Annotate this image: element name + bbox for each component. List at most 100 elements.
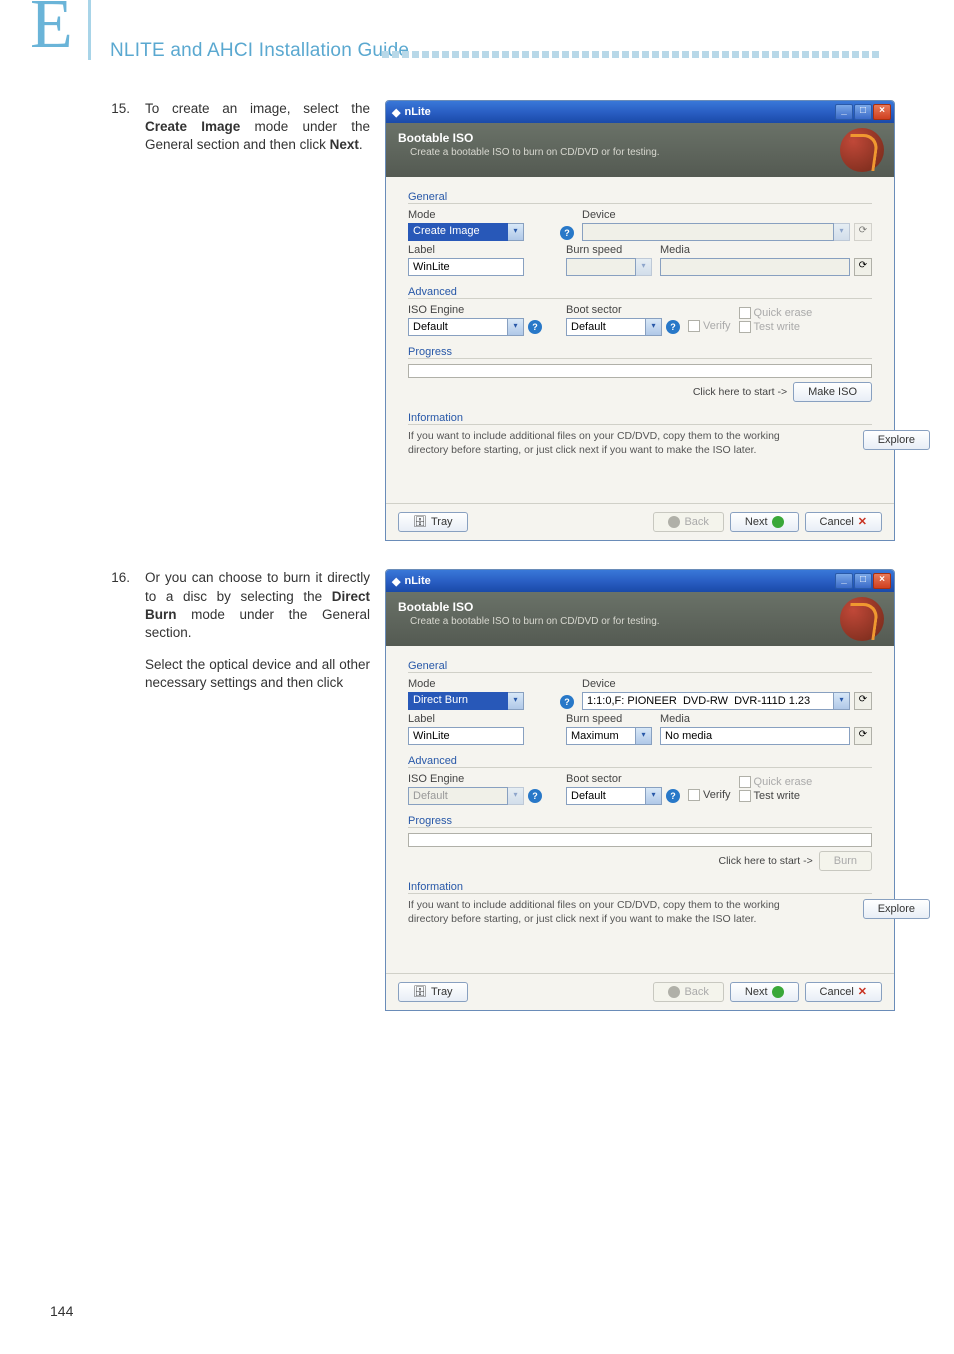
device-label: Device	[582, 209, 872, 221]
close-button[interactable]: ×	[873, 104, 891, 120]
lbl: Test write	[754, 321, 800, 333]
burnspeed-dropdown[interactable]: ▾	[566, 727, 652, 745]
fieldset-title: Information	[408, 412, 872, 425]
explore-button[interactable]: Explore	[863, 899, 895, 919]
help-icon[interactable]: ?	[666, 789, 680, 803]
quick-erase-checkbox: Quick erase	[739, 307, 813, 319]
explore-button[interactable]: Explore	[863, 430, 895, 450]
media-value	[660, 727, 850, 745]
progress-fieldset: Progress Click here to start -> Make ISO	[408, 346, 872, 402]
lbl: Verify	[703, 789, 731, 801]
boot-dropdown[interactable]: ▾	[566, 787, 662, 805]
help-icon[interactable]: ?	[528, 789, 542, 803]
fieldset-title: General	[408, 191, 872, 204]
lbl: Verify	[703, 320, 731, 332]
advanced-fieldset: Advanced ISO Engine ▾ ? Boot se	[408, 755, 872, 805]
back-button: Back	[653, 982, 723, 1002]
tray-icon: 🗄	[413, 983, 427, 1001]
refresh-icon[interactable]: ⟳	[854, 692, 872, 710]
burn-button: Burn	[819, 851, 872, 871]
general-fieldset: General Mode Direct Burn ▾ ? Device	[408, 660, 872, 745]
chevron-down-icon[interactable]: ▾	[646, 787, 662, 805]
boot-value	[566, 318, 646, 336]
window-titlebar[interactable]: ◆nLite _ □ ×	[386, 101, 894, 123]
window-titlebar[interactable]: ◆nLite _ □ ×	[386, 570, 894, 592]
label-input[interactable]	[408, 727, 524, 745]
iso-label: ISO Engine	[408, 304, 558, 316]
nlite-logo-icon	[840, 128, 884, 172]
verify-checkbox[interactable]: Verify	[688, 789, 731, 801]
back-arrow-icon	[668, 516, 680, 528]
refresh-icon[interactable]: ⟳	[854, 258, 872, 276]
advanced-fieldset: Advanced ISO Engine ▾ ? Boot se	[408, 286, 872, 336]
lbl: Quick erase	[754, 307, 813, 319]
t: Select the optical device and all other …	[145, 656, 370, 692]
minimize-button[interactable]: _	[835, 573, 853, 589]
panel-title: Bootable ISO	[398, 131, 882, 145]
mode-dropdown[interactable]: Direct Burn ▾	[408, 692, 558, 710]
chevron-down-icon[interactable]: ▾	[636, 727, 652, 745]
back-arrow-icon	[668, 986, 680, 998]
t: mode under the General section.	[145, 607, 370, 640]
chevron-down-icon[interactable]: ▾	[508, 223, 524, 241]
help-icon[interactable]: ?	[666, 320, 680, 334]
dotted-rule	[382, 51, 922, 59]
window-body: General Mode Direct Burn ▾ ? Device	[386, 646, 894, 944]
nlite-logo-icon	[840, 597, 884, 641]
lbl: Test write	[754, 790, 800, 802]
t: .	[359, 137, 363, 152]
chevron-down-icon[interactable]: ▾	[508, 318, 524, 336]
chevron-down-icon: ▾	[508, 787, 524, 805]
section-title: NLITE and AHCI Installation Guide	[110, 40, 409, 62]
burnspeed-label: Burn speed	[566, 713, 652, 725]
divider-bar	[88, 0, 91, 60]
make-iso-button[interactable]: Make ISO	[793, 382, 872, 402]
label-input[interactable]	[408, 258, 524, 276]
maximize-button[interactable]: □	[854, 573, 872, 589]
fieldset-title: Progress	[408, 815, 872, 828]
cancel-button[interactable]: Cancel✕	[805, 982, 882, 1002]
refresh-icon: ⟳	[854, 223, 872, 241]
fieldset-title: Information	[408, 881, 872, 894]
help-icon[interactable]: ?	[528, 320, 542, 334]
help-icon[interactable]: ?	[560, 226, 574, 240]
next-arrow-icon	[772, 986, 784, 998]
iso-label: ISO Engine	[408, 773, 558, 785]
chevron-down-icon[interactable]: ▾	[834, 692, 850, 710]
mode-dropdown[interactable]: Create Image ▾	[408, 223, 558, 241]
tray-icon: 🗄	[413, 513, 427, 531]
boot-dropdown[interactable]: ▾	[566, 318, 662, 336]
info-text: If you want to include additional files …	[408, 899, 872, 926]
maximize-button[interactable]: □	[854, 104, 872, 120]
burnspeed-value	[566, 727, 636, 745]
progress-bar	[408, 833, 872, 847]
step-number: 16.	[100, 569, 130, 585]
mode-value: Direct Burn	[408, 692, 508, 710]
tray-button[interactable]: 🗄Tray	[398, 982, 468, 1002]
chevron-down-icon[interactable]: ▾	[646, 318, 662, 336]
test-write-checkbox[interactable]: Test write	[739, 790, 813, 802]
device-value	[582, 692, 834, 710]
chevron-down-icon[interactable]: ▾	[508, 692, 524, 710]
iso-dropdown[interactable]: ▾	[408, 318, 524, 336]
next-button[interactable]: Next	[730, 512, 799, 532]
help-icon[interactable]: ?	[560, 695, 574, 709]
panel-subtitle: Create a bootable ISO to burn on CD/DVD …	[398, 616, 882, 627]
device-dropdown[interactable]: ▾	[582, 692, 850, 710]
click-start-text: Click here to start ->	[693, 386, 787, 398]
next-arrow-icon	[772, 516, 784, 528]
device-dropdown[interactable]: ▾	[582, 223, 850, 241]
nlite-window-2: ◆nLite _ □ × Bootable ISO Create a boota…	[385, 569, 895, 1010]
boot-label: Boot sector	[566, 304, 680, 316]
refresh-icon[interactable]: ⟳	[854, 727, 872, 745]
lbl: Tray	[431, 513, 453, 531]
close-button[interactable]: ×	[873, 573, 891, 589]
mode-label: Mode	[408, 209, 558, 221]
cancel-button[interactable]: Cancel✕	[805, 512, 882, 532]
tray-button[interactable]: 🗄Tray	[398, 512, 468, 532]
media-label: Media	[660, 713, 872, 725]
next-button[interactable]: Next	[730, 982, 799, 1002]
step-text: Or you can choose to burn it directly to…	[145, 569, 370, 706]
quick-erase-checkbox: Quick erase	[739, 776, 813, 788]
minimize-button[interactable]: _	[835, 104, 853, 120]
